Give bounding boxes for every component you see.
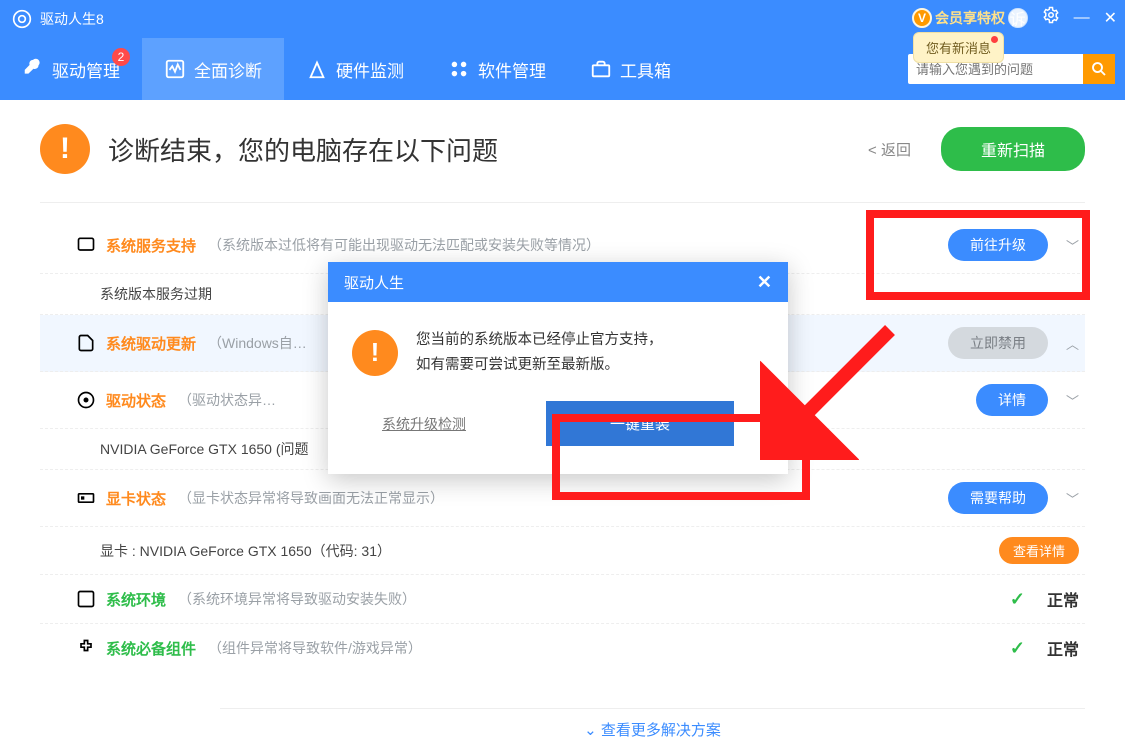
chevron-down-icon[interactable]: ﹀	[1066, 391, 1079, 410]
row-gpu-state: 显卡状态 （显卡状态异常将导致画面无法正常显示） 需要帮助 ﹀	[40, 470, 1085, 527]
tab-driver-manage[interactable]: 驱动管理 2	[0, 38, 142, 100]
close-button[interactable]: ✕	[1104, 8, 1117, 28]
settings-icon[interactable]	[1042, 6, 1060, 29]
warning-icon: !	[40, 124, 90, 174]
view-detail-button[interactable]: 查看详情	[999, 537, 1079, 564]
system-update-dialog: 驱动人生 ✕ ! 您当前的系统版本已经停止官方支持， 如有需要可尝试更新至最新版…	[328, 262, 788, 474]
tab-software-manage[interactable]: 软件管理	[426, 38, 568, 100]
one-click-reinstall-button[interactable]: 一键重装	[546, 401, 734, 446]
status-text: 正常	[1047, 636, 1079, 660]
search-button[interactable]	[1083, 54, 1115, 84]
tab-hardware-monitor[interactable]: 硬件监测	[284, 38, 426, 100]
row-system-components: 系统必备组件 （组件异常将导致软件/游戏异常） ✓ 正常	[40, 624, 1085, 672]
check-icon: ✓	[1010, 638, 1025, 659]
row-title: 系统服务支持	[106, 235, 196, 256]
chevron-down-icon[interactable]: ﹀	[1066, 236, 1079, 255]
tab-label: 软件管理	[478, 57, 546, 82]
new-message-text: 您有新消息	[926, 41, 991, 56]
row-desc: （Windows自…	[208, 333, 307, 353]
tab-full-diagnosis[interactable]: 全面诊断	[142, 38, 284, 100]
details-button[interactable]: 详情	[976, 384, 1048, 416]
row-title: 显卡状态	[106, 488, 166, 509]
more-solutions-link[interactable]: ⌄ 查看更多解决方案	[220, 708, 1085, 750]
tab-label: 驱动管理	[52, 57, 120, 82]
warning-icon: !	[352, 330, 398, 376]
chevron-up-icon[interactable]: ︿	[1066, 334, 1079, 353]
row-title: 系统驱动更新	[106, 333, 196, 354]
row-title: 系统必备组件	[106, 638, 196, 659]
vip-label: 会员享特权	[935, 8, 1005, 28]
new-message-bubble[interactable]: 您有新消息	[913, 32, 1004, 63]
tab-label: 工具箱	[620, 57, 671, 82]
back-link[interactable]: < 返回	[868, 139, 911, 160]
sub-row-gpustate: 显卡 : NVIDIA GeForce GTX 1650（代码: 31） 查看详…	[40, 527, 1085, 575]
dialog-close-button[interactable]: ✕	[757, 272, 772, 293]
row-desc: （系统环境异常将导致驱动安装失败）	[178, 589, 416, 609]
check-icon: ✓	[1010, 589, 1025, 610]
disable-button[interactable]: 立即禁用	[948, 327, 1048, 359]
minimize-button[interactable]: —	[1074, 9, 1090, 27]
vip-banner[interactable]: V 会员享特权	[912, 8, 1005, 28]
diagnosis-title: 诊断结束，您的电脑存在以下问题	[108, 131, 498, 168]
row-title: 驱动状态	[106, 390, 166, 411]
vip-badge-icon: V	[912, 8, 932, 28]
row-desc: （系统版本过低将有可能出现驱动无法匹配或安装失败等情况）	[208, 235, 600, 255]
app-logo-icon	[12, 9, 32, 29]
app-title: 驱动人生8	[40, 9, 104, 29]
notification-dot-icon	[991, 36, 998, 43]
row-desc: （组件异常将导致软件/游戏异常）	[208, 638, 422, 658]
dialog-text-line1: 您当前的系统版本已经停止官方支持，	[416, 328, 663, 353]
dialog-text-line2: 如有需要可尝试更新至最新版。	[416, 353, 663, 378]
row-desc: （显卡状态异常将导致画面无法正常显示）	[178, 488, 444, 508]
chevron-down-icon[interactable]: ﹀	[1066, 489, 1079, 508]
system-upgrade-check-link[interactable]: 系统升级检测	[382, 414, 466, 434]
badge-count: 2	[112, 48, 130, 66]
upgrade-button[interactable]: 前往升级	[948, 229, 1048, 261]
tab-toolbox[interactable]: 工具箱	[568, 38, 693, 100]
feedback-icon[interactable]: 诉	[1008, 8, 1028, 28]
tab-label: 硬件监测	[336, 57, 404, 82]
row-title: 系统环境	[106, 589, 166, 610]
row-system-env: 系统环境 （系统环境异常将导致驱动安装失败） ✓ 正常	[40, 575, 1085, 624]
status-text: 正常	[1047, 587, 1079, 611]
tab-label: 全面诊断	[194, 57, 262, 82]
rescan-button[interactable]: 重新扫描	[941, 127, 1085, 171]
dialog-title: 驱动人生	[344, 272, 404, 293]
need-help-button[interactable]: 需要帮助	[948, 482, 1048, 514]
row-desc: （驱动状态异…	[178, 390, 276, 410]
